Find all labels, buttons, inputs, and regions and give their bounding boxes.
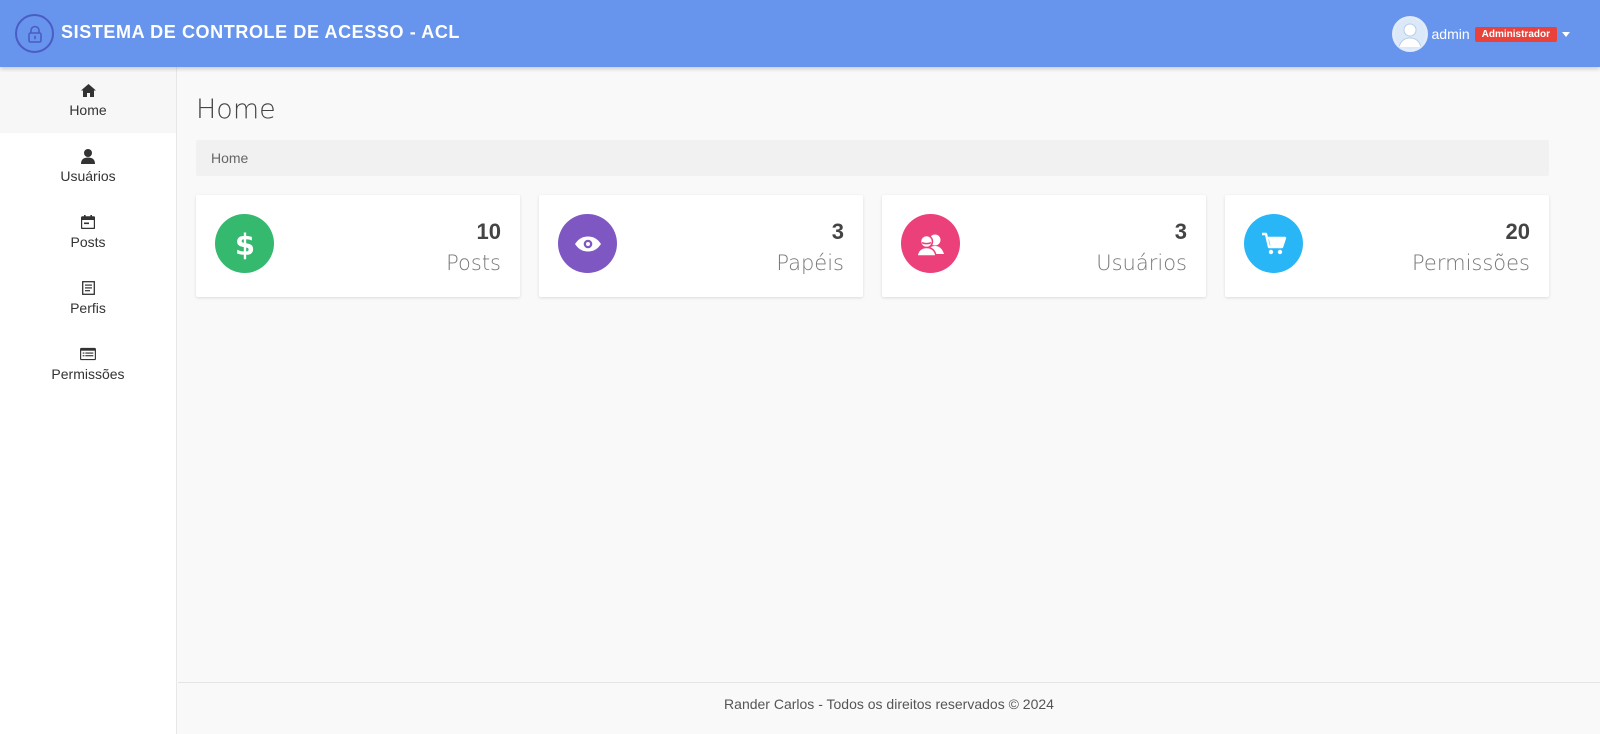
sidebar-item-usuarios[interactable]: Usuários xyxy=(0,133,176,199)
stat-label: Papéis xyxy=(776,251,844,275)
stat-count: 10 xyxy=(476,219,501,244)
breadcrumb: Home xyxy=(196,140,1549,176)
document-icon xyxy=(80,280,96,296)
stat-label: Posts xyxy=(446,251,501,275)
stat-card-usuarios[interactable]: 3 Usuários xyxy=(882,195,1206,297)
user-name[interactable]: admin xyxy=(1432,26,1470,42)
sidebar-item-permissoes[interactable]: Permissões xyxy=(0,331,176,397)
top-navbar: SISTEMA DE CONTROLE DE ACESSO - ACL admi… xyxy=(0,0,1600,67)
footer: Rander Carlos - Todos os direitos reserv… xyxy=(178,682,1600,734)
sidebar-item-label: Usuários xyxy=(60,168,116,184)
stats-cards: $ 10 Posts 3 Papéis 3 Usuários 20 Permis… xyxy=(196,195,1549,297)
dollar-icon: $ xyxy=(215,214,274,273)
sidebar-item-perfis[interactable]: Perfis xyxy=(0,265,176,331)
breadcrumb-item-home[interactable]: Home xyxy=(211,150,248,166)
avatar[interactable] xyxy=(1391,16,1428,52)
footer-text: Rander Carlos - Todos os direitos reserv… xyxy=(724,696,1054,712)
calendar-icon xyxy=(80,214,96,230)
stat-label: Usuários xyxy=(1096,251,1187,275)
cart-icon xyxy=(1244,214,1303,273)
sidebar-item-label: Permissões xyxy=(51,366,125,382)
users-icon xyxy=(901,214,960,273)
home-icon xyxy=(80,82,96,98)
lock-icon[interactable] xyxy=(15,14,54,53)
stat-card-papeis[interactable]: 3 Papéis xyxy=(539,195,863,297)
sidebar: Home Usuários Posts Perfis Permissões xyxy=(0,67,177,734)
stat-count: 20 xyxy=(1505,219,1530,244)
stat-card-permissoes[interactable]: 20 Permissões xyxy=(1225,195,1549,297)
stat-label: Permissões xyxy=(1412,251,1530,275)
sidebar-item-posts[interactable]: Posts xyxy=(0,199,176,265)
user-icon xyxy=(80,148,96,164)
list-icon xyxy=(80,346,96,362)
eye-icon xyxy=(558,214,617,273)
user-menu[interactable]: admin Administrador xyxy=(1391,16,1570,52)
svg-text:$: $ xyxy=(234,228,254,260)
role-badge: Administrador xyxy=(1474,26,1557,42)
sidebar-item-label: Home xyxy=(69,102,107,118)
sidebar-item-label: Perfis xyxy=(70,300,106,316)
stat-count: 3 xyxy=(1174,219,1187,244)
stat-count: 3 xyxy=(831,219,844,244)
chevron-down-icon[interactable] xyxy=(1562,31,1570,37)
sidebar-item-home[interactable]: Home xyxy=(0,67,176,133)
stat-card-posts[interactable]: $ 10 Posts xyxy=(196,195,520,297)
app-title[interactable]: SISTEMA DE CONTROLE DE ACESSO - ACL xyxy=(61,22,460,43)
page-title: Home xyxy=(196,94,276,125)
sidebar-item-label: Posts xyxy=(70,234,106,250)
main-content: Home Home $ 10 Posts 3 Papéis 3 Usuários xyxy=(178,67,1600,682)
